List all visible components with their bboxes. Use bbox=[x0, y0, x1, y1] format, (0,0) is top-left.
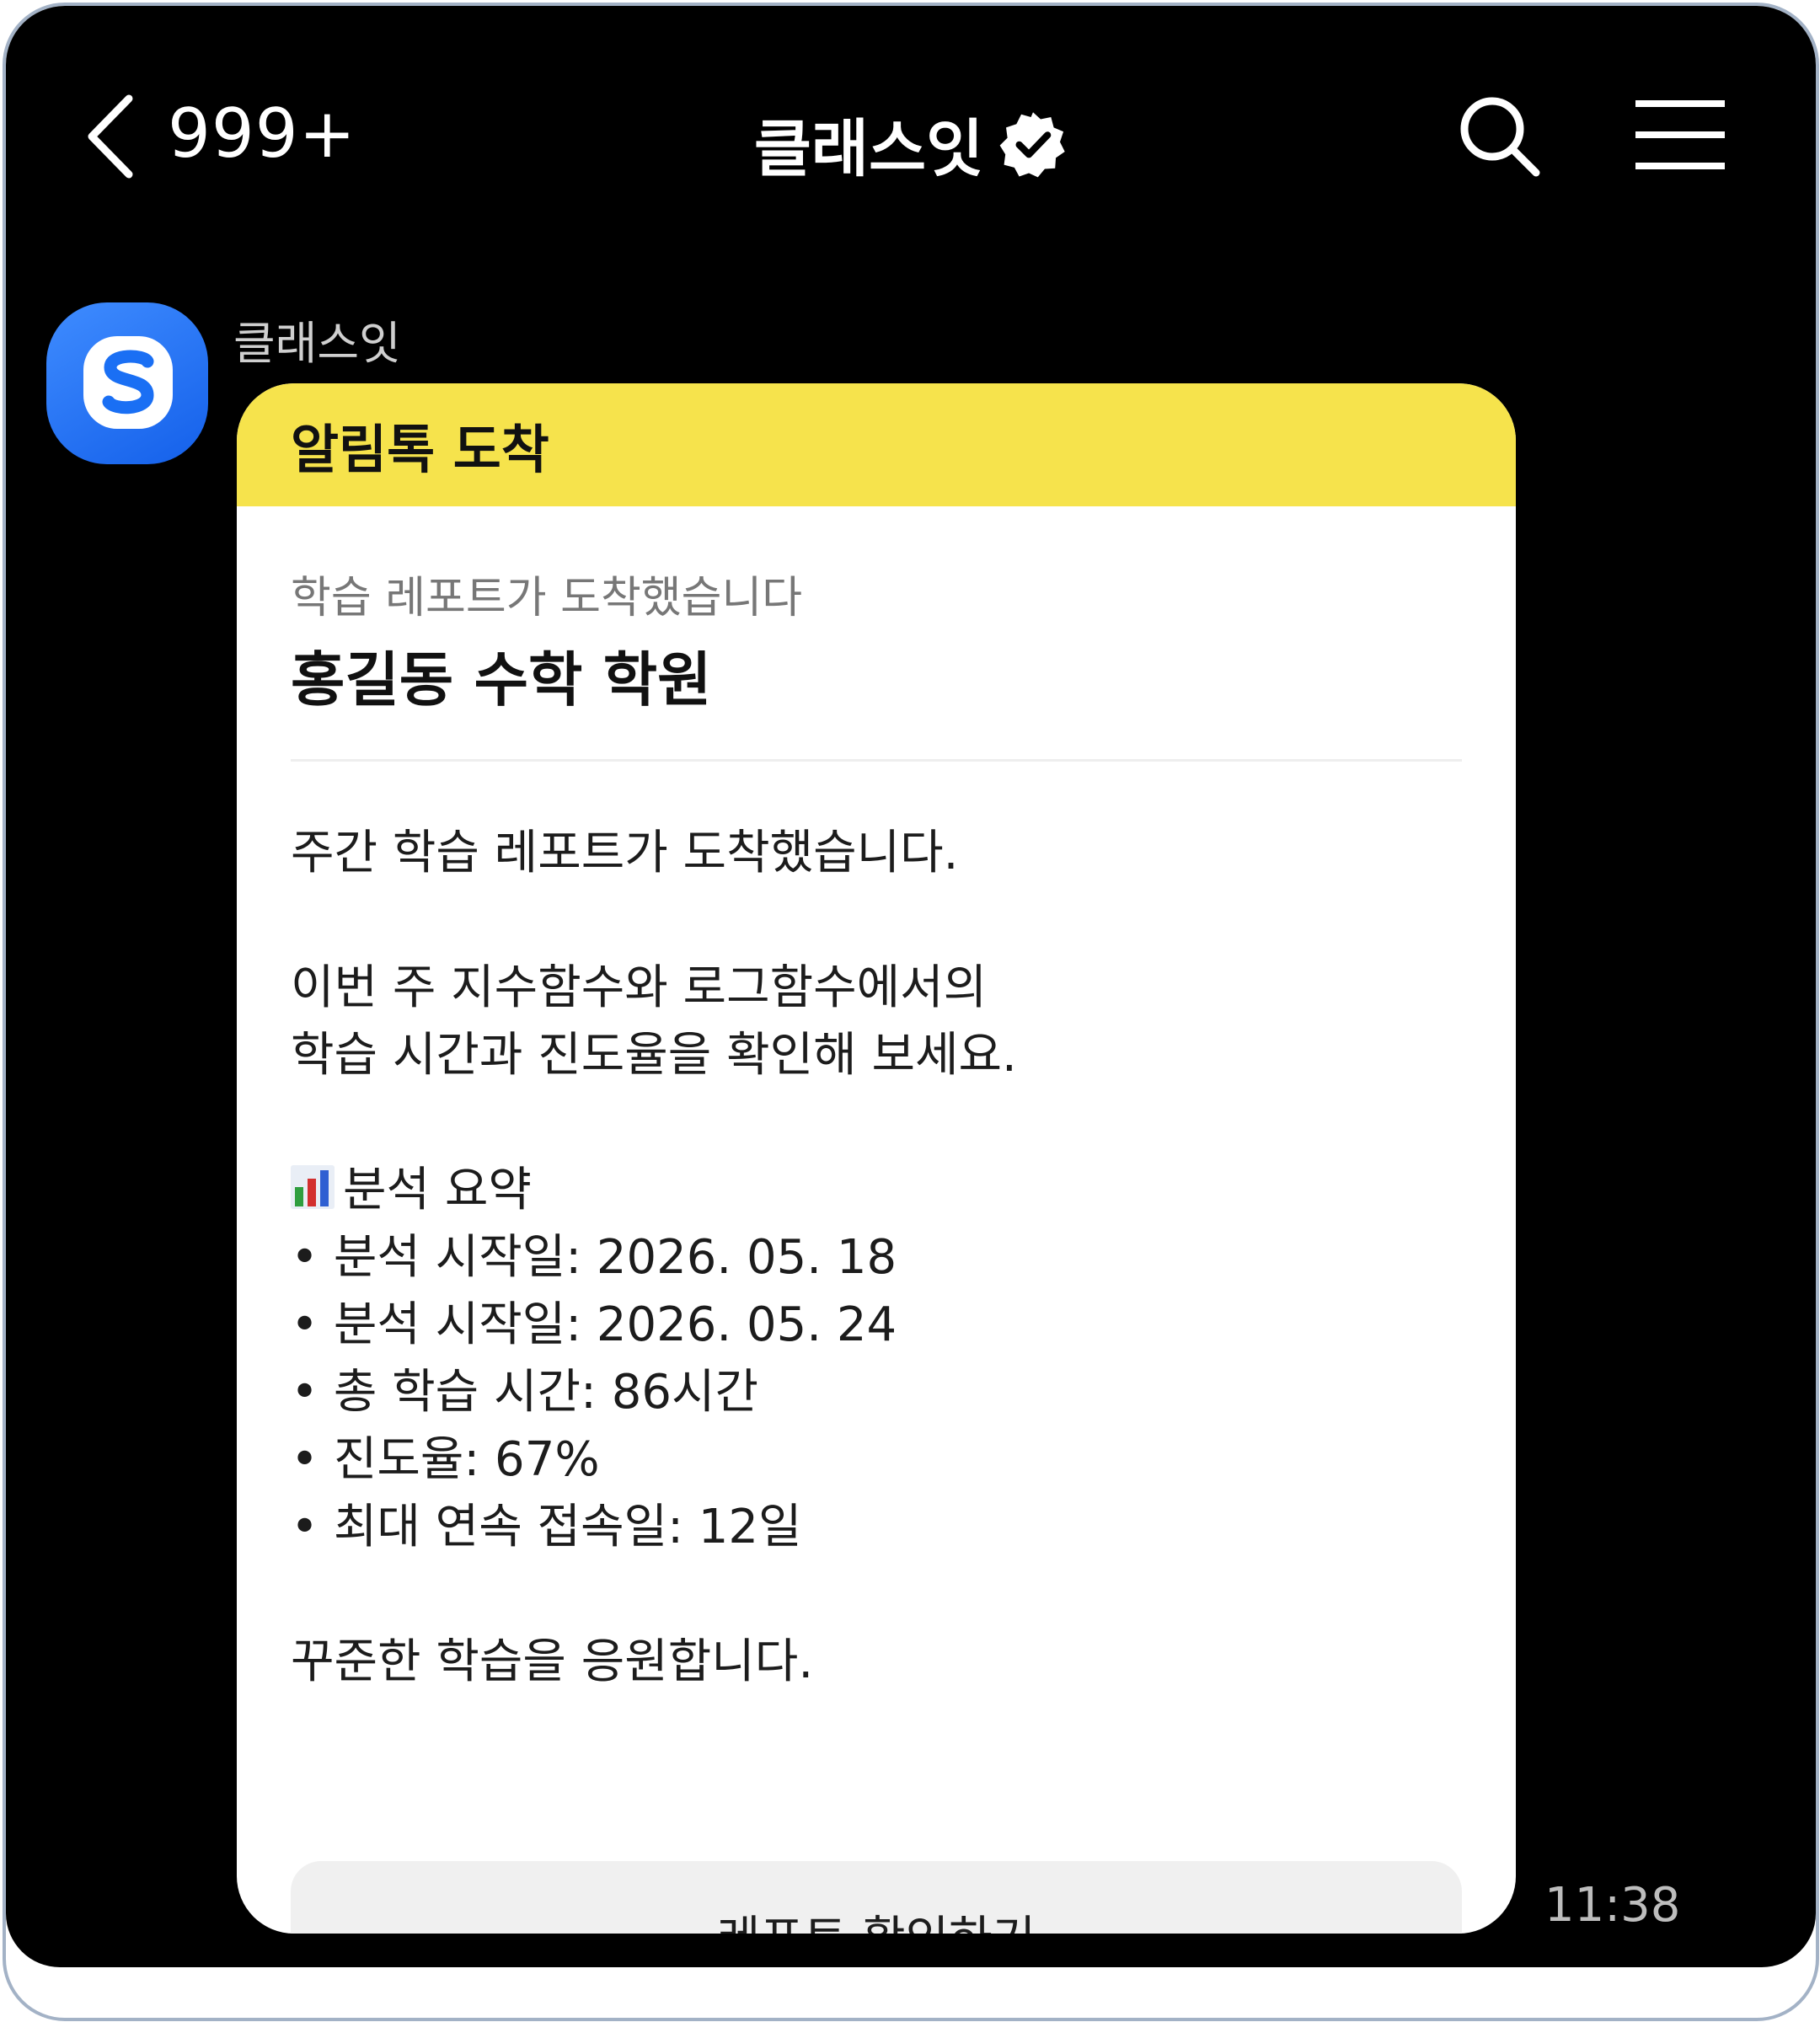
alimtalk-message-bubble: 알림톡 도착 학습 레포트가 도착했습니다 홍길동 수학 학원 주간 학습 레포… bbox=[237, 383, 1516, 1934]
verified-badge-icon bbox=[999, 111, 1065, 177]
summary-item: • 분석 시작일: 2026. 05. 24 bbox=[291, 1297, 897, 1352]
summary-item: • 최대 연속 접속일: 12일 bbox=[291, 1500, 802, 1554]
chat-title: 클래스잇 bbox=[753, 113, 984, 185]
classit-logo-icon bbox=[83, 336, 173, 429]
body-line: 학습 시간과 진도율을 확인해 보세요. bbox=[291, 1028, 1017, 1083]
divider bbox=[291, 759, 1462, 762]
sender-avatar[interactable] bbox=[46, 302, 208, 464]
message-timestamp: 11:38 bbox=[1544, 1878, 1681, 1933]
summary-item: • 분석 시작일: 2026. 05. 18 bbox=[291, 1230, 897, 1285]
summary-heading-row: 분석 요약 bbox=[291, 1157, 1470, 1224]
sender-name: 클래스잇 bbox=[233, 317, 401, 370]
chat-screen: 999+ 클래스잇 클래스잇 알림톡 도착 학습 레포트가 도착했습니다 홍길동… bbox=[6, 6, 1816, 1967]
closing-line: 꾸준한 학습을 응원합니다. bbox=[291, 1634, 814, 1689]
summary-heading: 분석 요약 bbox=[343, 1163, 532, 1217]
summary-item: • 진도율: 67% bbox=[291, 1432, 600, 1487]
summary-item: • 총 학습 시간: 86시간 bbox=[291, 1365, 758, 1420]
message-banner: 알림톡 도착 bbox=[237, 383, 1516, 506]
banner-text: 알림톡 도착 bbox=[291, 419, 549, 480]
hamburger-menu-button[interactable] bbox=[1632, 97, 1728, 173]
body-line: 주간 학습 레포트가 도착했습니다. bbox=[291, 826, 959, 880]
message-subtitle: 학습 레포트가 도착했습니다 bbox=[291, 573, 803, 623]
body-line: 이번 주 지수함수와 로그함수에서의 bbox=[291, 960, 988, 1015]
message-content: 주간 학습 레포트가 도착했습니다. 이번 주 지수함수와 로그함수에서의 학습… bbox=[291, 820, 1470, 1696]
bar-chart-icon bbox=[291, 1165, 335, 1209]
academy-name: 홍길동 수학 학원 bbox=[291, 645, 712, 714]
search-button[interactable] bbox=[1453, 90, 1546, 183]
phone-frame: 999+ 클래스잇 클래스잇 알림톡 도착 학습 레포트가 도착했습니다 홍길동… bbox=[3, 3, 1819, 2021]
view-report-button[interactable]: 레포트 확인하기 bbox=[291, 1861, 1462, 1934]
